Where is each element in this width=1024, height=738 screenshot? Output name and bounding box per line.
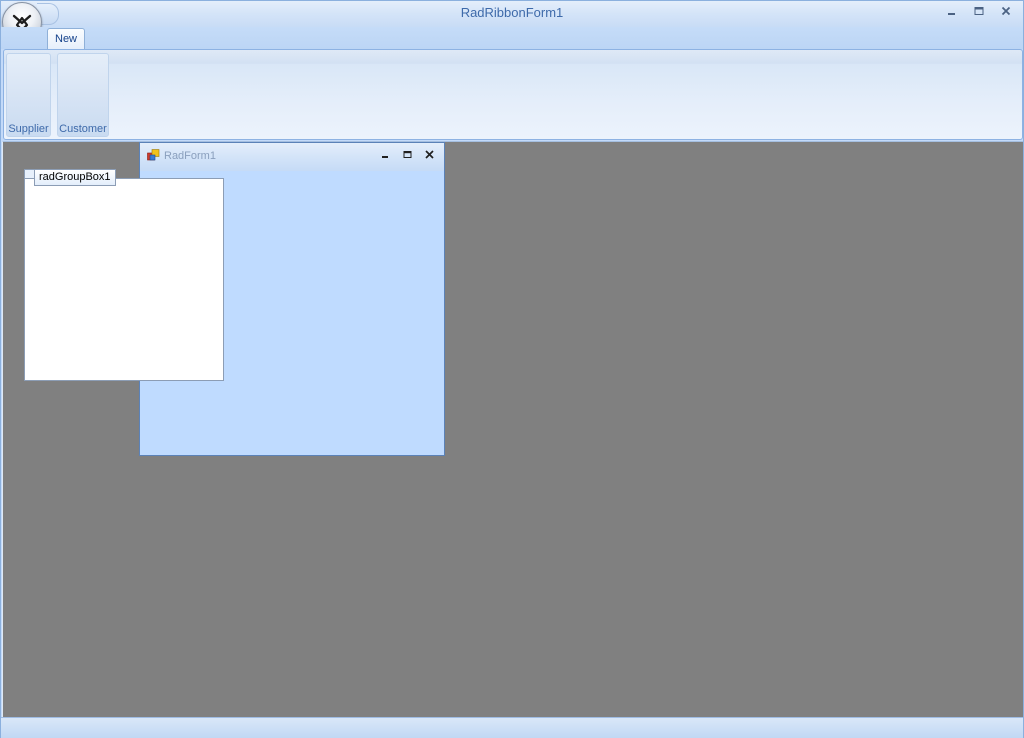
ribbon-panel: Supplier Customer: [3, 49, 1023, 140]
close-icon: [1001, 6, 1010, 16]
child-window-controls: [374, 147, 440, 165]
maximize-icon: [974, 7, 983, 15]
child-maximize-button[interactable]: [396, 147, 418, 165]
status-bar: [1, 717, 1023, 738]
child-title-bar[interactable]: RadForm1: [140, 143, 444, 171]
window-title: RadRibbonForm1: [460, 5, 564, 20]
close-icon: [424, 150, 434, 159]
customer-button[interactable]: Customer: [57, 53, 109, 137]
ribbon-tab-strip: New: [1, 27, 1023, 49]
title-bar[interactable]: RadRibbonForm1: [1, 1, 1023, 27]
tab-new[interactable]: New: [47, 28, 86, 49]
window-controls: [938, 3, 1019, 23]
supplier-button[interactable]: Supplier: [6, 53, 51, 137]
group-box-header: radGroupBox1: [34, 169, 116, 186]
child-close-button[interactable]: [418, 147, 440, 165]
customer-button-label: Customer: [59, 123, 107, 135]
child-minimize-button[interactable]: [374, 147, 396, 165]
minimize-icon: [381, 156, 388, 158]
minimize-button[interactable]: [938, 3, 965, 23]
minimize-icon: [947, 13, 955, 15]
maximize-icon: [403, 151, 411, 158]
form-icon: [147, 149, 160, 161]
group-box: [24, 178, 224, 381]
supplier-button-label: Supplier: [8, 123, 49, 135]
close-button[interactable]: [992, 3, 1019, 23]
child-form-title: RadForm1: [164, 150, 216, 162]
maximize-button[interactable]: [965, 3, 992, 23]
